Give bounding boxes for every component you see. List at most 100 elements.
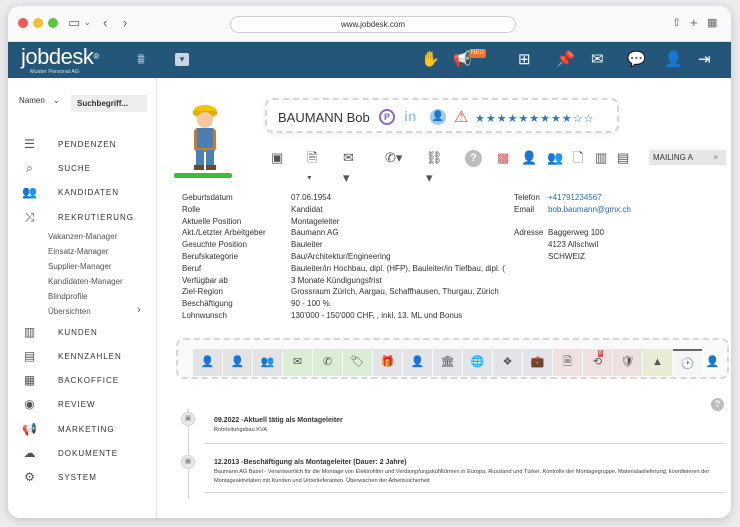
browser-toolbar: ▭ ⌄ ‹ › www.jobdesk.com ⇧ + ▦ bbox=[8, 6, 731, 42]
search-filter-select[interactable]: Namen ⌄ bbox=[19, 96, 60, 105]
collapse-menu-icon[interactable]: ⩩ bbox=[137, 52, 145, 68]
chevron-right-icon[interactable]: › bbox=[137, 304, 141, 316]
tab-warning-icon[interactable]: ▲ bbox=[643, 349, 672, 376]
tab-network-icon[interactable]: ❖ bbox=[493, 349, 522, 376]
user-check-icon[interactable]: 👤 bbox=[521, 148, 537, 168]
logo[interactable]: jobdesk® bbox=[21, 46, 99, 68]
address-city: 4123 Allschwil bbox=[548, 240, 599, 250]
sidebar-item-kunden[interactable]: ▥ KUNDEN bbox=[20, 324, 98, 340]
label-verfuegbar: Verfügbar ab bbox=[182, 275, 228, 285]
help-icon[interactable]: ? bbox=[711, 398, 724, 411]
sidebar-item-rekrutierung[interactable]: ⤨ REKRUTIERUNG bbox=[20, 209, 134, 225]
back-icon[interactable]: ‹ bbox=[103, 15, 107, 31]
tab-phone-icon[interactable]: ✆ bbox=[313, 349, 342, 376]
sidebar-item-system[interactable]: ⚙ SYSTEM bbox=[20, 469, 97, 485]
rating-stars[interactable]: ★★★★★★★★★☆☆ bbox=[475, 112, 594, 125]
contact-card-icon[interactable]: ▣ bbox=[271, 148, 283, 168]
address-bar[interactable]: www.jobdesk.com bbox=[230, 16, 516, 33]
contact-labels: Telefon Email Adresse bbox=[514, 192, 543, 239]
logout-icon[interactable]: ⇥ bbox=[698, 52, 711, 68]
submenu-blindprofile[interactable]: Blindprofile bbox=[48, 292, 88, 301]
submenu-supplier-manager[interactable]: Supplier-Manager bbox=[48, 262, 112, 271]
archive-icon[interactable]: ▥ bbox=[595, 148, 607, 168]
tab-institution-icon[interactable]: 🏛 bbox=[433, 349, 462, 376]
tab-document-icon[interactable]: 🗎 bbox=[553, 349, 582, 376]
candidate-avatar[interactable] bbox=[184, 98, 226, 172]
pdf-icon[interactable]: 🗎▾ bbox=[307, 148, 317, 188]
tab-globe-icon[interactable]: 🌐 bbox=[463, 349, 492, 376]
value-arbeitgeber: Baumann AG bbox=[291, 228, 339, 238]
share-icon[interactable]: ⇧ bbox=[672, 15, 681, 31]
help-icon[interactable]: ? bbox=[465, 150, 482, 167]
briefcase-icon[interactable]: ▤ bbox=[617, 148, 629, 168]
sidebar-item-label: KANDIDATEN bbox=[58, 187, 119, 197]
link-icon[interactable]: ⛓▾ bbox=[426, 148, 443, 188]
mail-icon[interactable]: ✉▾ bbox=[343, 148, 354, 188]
value-verfuegbar: 3 Monate Kündigungsfrist bbox=[291, 275, 382, 285]
settings-icon: ⚙ bbox=[24, 470, 36, 484]
org-chart-icon[interactable]: ⊞ bbox=[518, 52, 531, 68]
sidebar-toggle-icon[interactable]: ▭ bbox=[68, 15, 80, 31]
label-email: Email bbox=[514, 204, 535, 214]
tab-briefcase-icon[interactable]: 💼 bbox=[523, 349, 552, 376]
submenu-uebersichten[interactable]: Übersichten bbox=[48, 307, 91, 316]
submenu-vakanzen-manager[interactable]: Vakanzen-Manager bbox=[48, 232, 117, 241]
tab-gift-icon[interactable]: 🎁 bbox=[373, 349, 402, 376]
tab-person-icon[interactable]: 👤 bbox=[193, 349, 222, 376]
maximize-window-button[interactable] bbox=[48, 18, 58, 28]
group-icon[interactable]: 👥 bbox=[547, 148, 563, 168]
phone-link[interactable]: +41791234567 bbox=[548, 193, 602, 202]
search-input[interactable]: Suchbegriff... bbox=[71, 95, 147, 112]
filter-label: Namen bbox=[19, 96, 45, 105]
submenu-kandidaten-manager[interactable]: Kandidaten-Manager bbox=[48, 277, 123, 286]
phone-icon[interactable]: ✆▾ bbox=[385, 148, 402, 168]
add-document-icon[interactable]: 🗋 bbox=[573, 148, 583, 168]
tab-contact-person-icon[interactable]: 👤 bbox=[223, 349, 252, 376]
tab-overview-icon[interactable]: ▦ bbox=[707, 15, 717, 31]
user-settings-icon[interactable]: 👤 bbox=[664, 52, 683, 68]
tab-mail-icon[interactable]: ✉ bbox=[283, 349, 312, 376]
minimize-window-button[interactable] bbox=[33, 18, 43, 28]
linkedin-icon[interactable]: in bbox=[404, 108, 416, 124]
sidebar-item-review[interactable]: ◉ REVIEW bbox=[20, 396, 96, 412]
hand-icon[interactable]: ✋ bbox=[421, 52, 440, 68]
dropdown-icon[interactable]: ▾ bbox=[175, 53, 189, 66]
calendar-icon[interactable]: ▩ bbox=[497, 148, 509, 168]
sidebar-item-pendenzen[interactable]: ☰ PENDENZEN bbox=[20, 136, 116, 152]
mailing-tag[interactable]: MAILING A × bbox=[649, 150, 726, 165]
email-link[interactable]: bob.baumann@gmx.ch bbox=[548, 205, 631, 214]
details-labels: Geburtsdatum Rolle Aktuelle Position Akt… bbox=[182, 192, 287, 322]
value-geburtsdatum: 07.06.1954 bbox=[291, 193, 332, 202]
new-tab-icon[interactable]: + bbox=[690, 15, 698, 31]
user-icon[interactable]: 👤 bbox=[430, 109, 446, 125]
warning-icon[interactable]: ⚠ bbox=[454, 107, 468, 127]
sidebar-item-kennzahlen[interactable]: ▤ KENNZAHLEN bbox=[20, 348, 122, 364]
tab-tag-icon[interactable]: 🏷 bbox=[343, 349, 372, 376]
shuffle-icon: ⤨ bbox=[24, 209, 36, 224]
pin-icon[interactable]: 📌 bbox=[556, 52, 575, 68]
forward-icon[interactable]: › bbox=[123, 15, 127, 31]
sidebar-item-suche[interactable]: ⌕ SUCHE bbox=[20, 160, 91, 176]
chevron-down-icon[interactable]: ⌄ bbox=[84, 15, 91, 31]
sidebar-item-backoffice[interactable]: ▦ BACKOFFICE bbox=[20, 372, 119, 388]
tab-group-icon[interactable]: 👥 bbox=[253, 349, 282, 376]
tab-user-question-icon[interactable]: 👤 bbox=[403, 349, 432, 376]
label-rolle: Rolle bbox=[182, 204, 201, 214]
timeline-entry-2-title: 12.2013 -Beschäftigung als Montageleiter… bbox=[214, 459, 407, 466]
tab-shield-icon[interactable]: 🛡 bbox=[613, 349, 642, 376]
sidebar-item-dokumente[interactable]: ☁ DOKUMENTE bbox=[20, 445, 118, 461]
mail-icon[interactable]: ✉ bbox=[591, 52, 604, 68]
submenu-einsatz-manager[interactable]: Einsatz-Manager bbox=[48, 247, 108, 256]
label-arbeitgeber: Akt./Letzter Arbeitgeber bbox=[182, 228, 266, 238]
close-icon[interactable]: × bbox=[713, 150, 718, 165]
label-lohnwunsch: Lohnwunsch bbox=[182, 310, 227, 320]
record-tabs: 👤 👤 👥 ✉ ✆ 🏷 🎁 👤 🏛 🌐 ❖ 💼 🗎 ⟲ 8 🛡 ▲ 🕑 👤 bbox=[176, 338, 729, 379]
value-aktuelle-position: Montageleiter bbox=[291, 216, 340, 226]
close-window-button[interactable] bbox=[18, 18, 28, 28]
p-badge-icon[interactable]: P bbox=[379, 109, 395, 125]
tab-user-settings-icon[interactable]: 👤 bbox=[698, 349, 727, 376]
sidebar-item-kandidaten[interactable]: 👥 KANDIDATEN bbox=[20, 184, 119, 200]
sidebar-item-marketing[interactable]: 📢 MARKETING bbox=[20, 421, 115, 437]
sidebar-item-label: BACKOFFICE bbox=[58, 375, 120, 385]
chat-icon[interactable]: 💬 bbox=[627, 52, 646, 68]
